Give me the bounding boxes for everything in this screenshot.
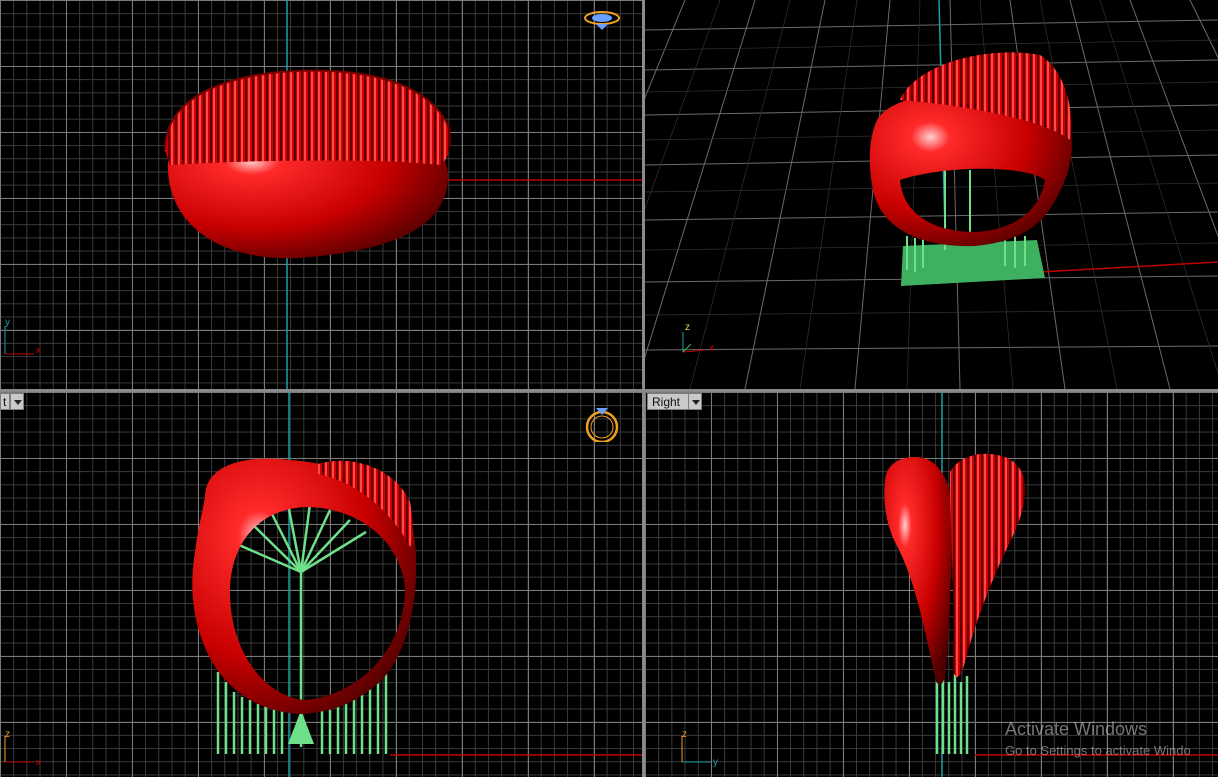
ring-widget-icon[interactable] — [582, 402, 622, 442]
axis-label-z: z — [682, 729, 687, 740]
ring-ribbed-crown-right — [950, 453, 1026, 677]
x-axis-line — [1039, 261, 1218, 273]
ring-ribbed-crown-top — [165, 70, 451, 165]
viewport-top[interactable]: y x — [0, 0, 642, 389]
axis-label-x: x — [36, 757, 41, 768]
axis-gizmo-persp — [682, 332, 706, 353]
axis-label-z: z — [5, 729, 10, 740]
activate-windows-title: Activate Windows — [1005, 719, 1148, 739]
axis-gizmo — [4, 326, 34, 355]
viewport-perspective[interactable]: z x — [645, 0, 1218, 389]
perspective-grid — [645, 0, 1218, 389]
axis-label-z: z — [685, 322, 690, 333]
axis-label-x: x — [709, 343, 714, 354]
ring-model-right — [884, 457, 954, 685]
ring-widget-icon[interactable] — [582, 8, 622, 32]
viewport-front[interactable]: t z x — [0, 392, 642, 777]
axis-label-y: y — [713, 757, 718, 768]
activate-windows-subtitle: Go to Settings to activate Windo — [1005, 743, 1191, 758]
